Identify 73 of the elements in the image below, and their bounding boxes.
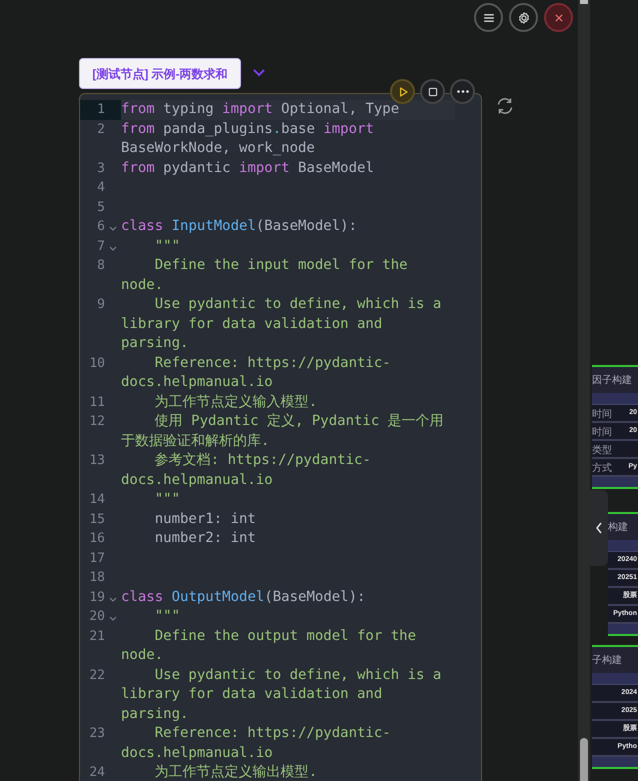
line-number: 15 — [89, 510, 105, 528]
line-number: 8 — [97, 257, 105, 275]
line-number: 14 — [89, 491, 105, 509]
field-label: 方式 — [592, 462, 612, 476]
line-number: 11 — [89, 394, 105, 412]
line-number: 17 — [89, 550, 105, 568]
run-button[interactable] — [390, 79, 415, 104]
line-number: 18 — [89, 569, 105, 587]
code-line: class InputModel(BaseModel): — [121, 218, 358, 234]
code-line: 使用 Pydantic 定义, Pydantic 是一个用于数据验证和解析的库. — [121, 413, 444, 448]
code-line: Reference: https://pydantic-docs.helpmanual.io — [121, 725, 391, 760]
node-title: 因子构建 — [592, 367, 638, 393]
code-line: from typing import Optional, Type — [121, 101, 400, 117]
line-number: 22 — [89, 666, 105, 684]
code-line: number2: int — [154, 530, 256, 546]
code-line: Use pydantic to define, which is a library for data validation and parsing. — [121, 296, 442, 351]
code-line: number1: int — [154, 510, 256, 526]
line-number: 20 — [89, 608, 105, 626]
chevron-left-icon — [595, 522, 603, 534]
line-number: 16 — [89, 530, 105, 548]
fold-icon[interactable] — [109, 596, 117, 602]
node-header-bar — [608, 540, 638, 552]
fold-icon[interactable] — [109, 246, 117, 252]
node-footer-bar — [592, 757, 638, 767]
node-header-bar — [592, 673, 638, 685]
line-number: 3 — [97, 160, 105, 178]
scrollbar-thumb[interactable] — [580, 738, 588, 781]
settings-button[interactable] — [509, 3, 538, 32]
line-number: 13 — [89, 452, 105, 470]
node-header-bar — [592, 393, 638, 405]
line-number: 10 — [89, 354, 105, 372]
line-number: 21 — [89, 628, 105, 646]
field-label: 时间 — [592, 426, 612, 440]
line-number: 19 — [89, 588, 105, 606]
field-label: 类型 — [592, 444, 612, 458]
code-line: 参考文档: https://pydantic-docs.helpmanual.io — [121, 452, 371, 488]
menu-button[interactable] — [474, 3, 503, 32]
line-number: 12 — [89, 413, 105, 431]
stop-button[interactable] — [420, 79, 445, 104]
fold-icon[interactable] — [109, 616, 117, 622]
code-line: class OutputModel(BaseModel): — [121, 588, 366, 604]
more-icon — [456, 90, 468, 93]
code-line: Define the output model for the node. — [121, 628, 418, 663]
more-button[interactable] — [450, 79, 475, 104]
code-line: """ — [154, 608, 180, 624]
node-title[interactable]: [测试节点] 示例-两数求和 — [79, 58, 241, 89]
code-editor[interactable] — [79, 93, 482, 781]
code-line: 为工作节点定义输出模型. — [154, 764, 318, 780]
code-line: from pydantic import BaseModel — [121, 160, 374, 176]
code-line: """ — [154, 491, 180, 507]
code-line: Use pydantic to define, which is a library for data validation and parsing. — [121, 666, 442, 722]
scrollbar-thumb[interactable] — [580, 0, 588, 4]
node-title: 子构建 — [592, 647, 638, 673]
code-line: Define the input model for the node. — [121, 257, 409, 292]
node-title: 构建 — [608, 514, 638, 540]
node-footer-bar — [592, 477, 638, 487]
close-button[interactable] — [544, 3, 573, 32]
fold-icon[interactable] — [109, 226, 117, 232]
line-number: 9 — [97, 296, 105, 314]
line-number: 24 — [89, 764, 105, 781]
line-number: 2 — [97, 120, 105, 138]
line-number: 6 — [97, 218, 105, 236]
code-line: 为工作节点定义输入模型. — [154, 394, 318, 410]
code-line: """ — [154, 238, 180, 254]
field-label: 时间 — [592, 408, 612, 422]
node-footer-bar — [608, 624, 638, 634]
line-number: 1 — [97, 101, 105, 119]
line-number: 23 — [89, 725, 105, 743]
line-number: 4 — [97, 179, 105, 197]
refresh-icon[interactable] — [495, 96, 515, 116]
code-line: Reference: https://pydantic-docs.helpmanual.io — [121, 354, 391, 390]
line-number: 7 — [97, 238, 105, 256]
line-number: 5 — [97, 198, 105, 216]
